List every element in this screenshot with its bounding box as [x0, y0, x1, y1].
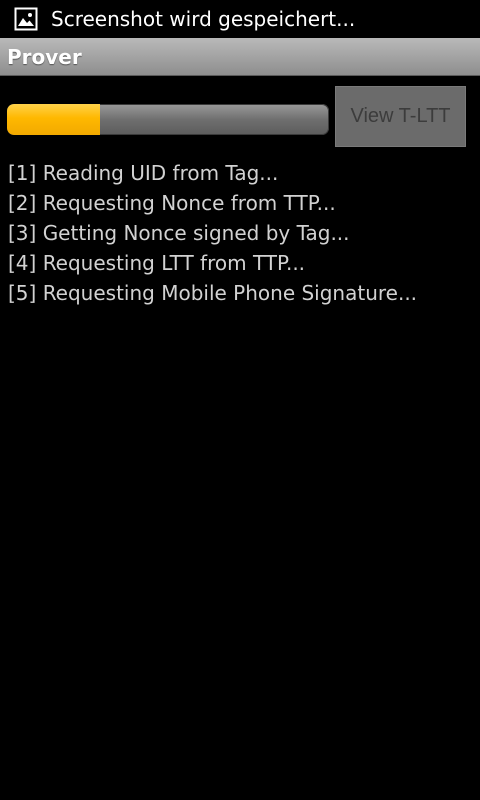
- app-title-bar: Prover: [0, 38, 480, 76]
- progress-bar: [7, 104, 329, 135]
- log-list: [1] Reading UID from Tag... [2] Requestin…: [8, 158, 417, 308]
- view-t-ltt-button[interactable]: View T-LTT: [335, 86, 466, 147]
- image-icon: [14, 7, 38, 31]
- log-line: [3] Getting Nonce signed by Tag...: [8, 221, 350, 245]
- log-line: [1] Reading UID from Tag...: [8, 161, 279, 185]
- app-title: Prover: [7, 45, 82, 69]
- notification-text: Screenshot wird gespeichert...: [51, 7, 356, 31]
- log-line: [2] Requesting Nonce from TTP...: [8, 191, 336, 215]
- log-line: [5] Requesting Mobile Phone Signature...: [8, 281, 418, 305]
- log-line: [4] Requesting LTT from TTP...: [8, 251, 306, 275]
- status-bar: Screenshot wird gespeichert...: [0, 0, 480, 38]
- progress-fill: [7, 104, 101, 135]
